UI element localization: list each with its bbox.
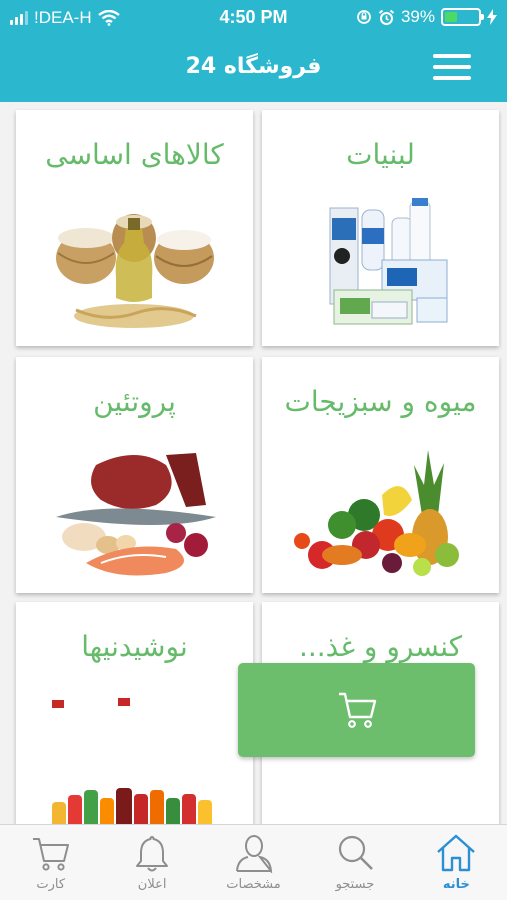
status-bar: !DEA-H 4:50 PM 39% xyxy=(0,0,507,36)
bell-icon xyxy=(136,836,169,872)
category-title: پروتئین xyxy=(93,385,176,418)
cart-fab-button[interactable] xyxy=(238,663,475,757)
shopping-cart-icon xyxy=(338,692,376,728)
menu-bar-top xyxy=(433,54,471,58)
menu-bar-middle xyxy=(433,65,471,69)
charging-bolt-icon xyxy=(487,9,497,25)
category-card-staples[interactable]: کالاهای اساسی xyxy=(16,110,253,346)
category-card-protein[interactable]: پروتئین xyxy=(16,357,253,593)
fruits-and-vegetables-image xyxy=(294,450,459,576)
tab-label: کارت xyxy=(36,877,66,892)
tab-profile[interactable]: مشخصات xyxy=(203,825,304,900)
tab-label: جستجو xyxy=(335,877,375,892)
tab-notifications[interactable]: اعلان xyxy=(101,825,202,900)
dairy-products-image xyxy=(329,198,448,325)
meat-and-fish-image xyxy=(56,453,216,576)
tab-label: خانه xyxy=(442,877,470,892)
bottom-tab-bar: کارت اعلان مشخصات جستجو خانه xyxy=(0,824,507,900)
category-title: لبنیات xyxy=(346,138,415,171)
category-card-beverages[interactable]: نوشیدنیها xyxy=(16,602,253,824)
orientation-lock-icon xyxy=(357,10,371,24)
menu-bar-bottom xyxy=(433,76,471,80)
app-header: فروشگاه 24 xyxy=(0,36,507,102)
category-title: میوه و سبزیجات xyxy=(284,385,477,418)
page-title: فروشگاه 24 xyxy=(185,54,322,79)
tab-search[interactable]: جستجو xyxy=(304,825,405,900)
status-right-group: 39% xyxy=(356,7,497,27)
tab-label: مشخصات xyxy=(226,877,281,892)
category-title: نوشیدنیها xyxy=(81,630,188,663)
tab-home[interactable]: خانه xyxy=(406,825,507,900)
profile-icon xyxy=(235,835,272,873)
category-card-dairy[interactable]: لبنیات xyxy=(262,110,499,346)
category-card-fruits-vegetables[interactable]: میوه و سبزیجات xyxy=(262,357,499,593)
alarm-icon xyxy=(378,9,395,25)
tab-cart[interactable]: کارت xyxy=(0,825,101,900)
soft-drinks-image xyxy=(52,698,212,824)
category-title: کالاهای اساسی xyxy=(45,138,224,171)
search-icon xyxy=(338,835,373,870)
battery-percent: 39% xyxy=(400,7,435,26)
tab-label: اعلان xyxy=(137,877,167,892)
hamburger-menu-button[interactable] xyxy=(433,54,471,84)
category-title: کنسرو و غذ... xyxy=(298,630,463,663)
cart-icon xyxy=(32,838,69,871)
home-icon xyxy=(437,834,476,872)
battery-icon xyxy=(441,8,484,26)
grains-and-oil-image xyxy=(56,214,214,328)
battery-level-fill xyxy=(445,12,458,22)
